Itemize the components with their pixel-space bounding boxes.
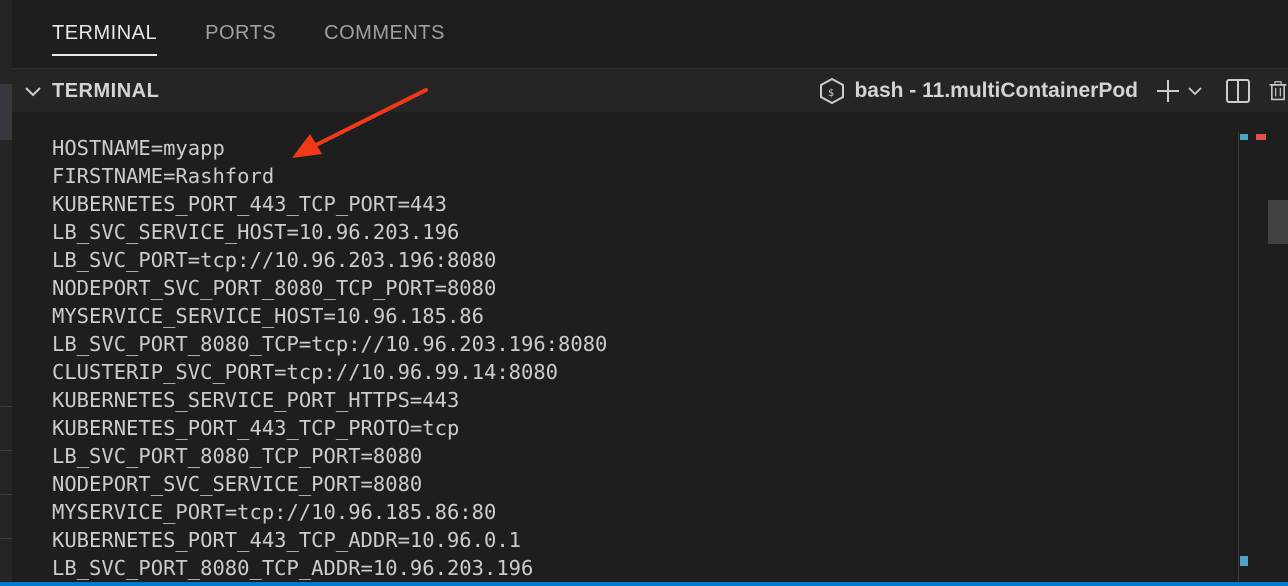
chevron-down-icon — [25, 87, 41, 97]
tab-terminal[interactable]: TERMINAL — [52, 22, 158, 56]
terminal-line: NODEPORT_SVC_PORT_8080_TCP_PORT=8080 — [52, 276, 497, 300]
terminal-line: CLUSTERIP_SVC_PORT=tcp://10.96.99.14:808… — [52, 360, 559, 384]
ruler-marker — [1240, 134, 1248, 140]
terminal-shell-name: bash - 11.multiContainerPod — [854, 79, 1138, 102]
terminal-line: KUBERNETES_PORT_443_TCP_PROTO=tcp — [52, 416, 460, 440]
terminal-line: KUBERNETES_SERVICE_PORT_HTTPS=443 — [52, 388, 460, 412]
ruler-divider — [1238, 132, 1239, 586]
terminal-header: TERMINAL $ bash - 11.multiContainerPod — [12, 68, 1288, 113]
ruler-marker — [1256, 134, 1266, 140]
svg-text:$: $ — [828, 88, 834, 99]
annotation-arrow-icon — [292, 88, 428, 158]
terminal-line: LB_SVC_PORT_8080_TCP_ADDR=10.96.203.196 — [52, 556, 534, 580]
panel-bottom-accent — [0, 582, 1288, 586]
launch-profile-button[interactable] — [1184, 77, 1206, 105]
split-icon — [1226, 79, 1250, 103]
tab-comments[interactable]: COMMENTS — [324, 22, 445, 55]
gutter-divider — [0, 538, 12, 539]
chevron-down-icon — [1188, 87, 1202, 96]
tab-ports[interactable]: PORTS — [205, 22, 276, 55]
terminal-section-title: TERMINAL — [52, 79, 160, 102]
panel-tab-bar: TERMINAL PORTS COMMENTS — [12, 0, 1288, 68]
terminal-line: LB_SVC_SERVICE_HOST=10.96.203.196 — [52, 220, 460, 244]
ruler-marker — [1240, 556, 1248, 566]
terminal-line: KUBERNETES_PORT_443_TCP_PORT=443 — [52, 192, 447, 216]
gutter-divider — [0, 450, 12, 451]
terminal-output[interactable]: HOSTNAME=myapp FIRSTNAME=Rashford KUBERNET… — [12, 112, 1288, 586]
new-terminal-button[interactable] — [1154, 77, 1182, 105]
plus-icon — [1157, 80, 1179, 102]
vscode-panel: TERMINAL PORTS COMMENTS TERMINAL $ bash … — [0, 0, 1288, 586]
terminal-line: MYSERVICE_SERVICE_HOST=10.96.185.86 — [52, 304, 484, 328]
scrollbar-thumb[interactable] — [1268, 200, 1288, 244]
gutter-highlight — [0, 84, 12, 140]
terminal-line: LB_SVC_PORT=tcp://10.96.203.196:8080 — [52, 248, 497, 272]
terminal-lines: HOSTNAME=myapp FIRSTNAME=Rashford KUBERNET… — [52, 134, 607, 582]
kill-terminal-button[interactable] — [1268, 77, 1288, 105]
terminal-line: KUBERNETES_PORT_443_TCP_ADDR=10.96.0.1 — [52, 528, 521, 552]
collapse-terminal-button[interactable] — [22, 80, 44, 102]
trash-icon — [1269, 81, 1287, 101]
gutter-divider — [0, 494, 12, 495]
gutter-divider — [0, 406, 12, 407]
terminal-shell-selector[interactable]: $ bash - 11.multiContainerPod — [818, 77, 1154, 105]
terminal-shell-icon: $ — [820, 77, 845, 105]
terminal-line: LB_SVC_PORT_8080_TCP_PORT=8080 — [52, 444, 423, 468]
split-terminal-button[interactable] — [1224, 77, 1252, 105]
terminal-line: LB_SVC_PORT_8080_TCP=tcp://10.96.203.196… — [52, 332, 608, 356]
terminal-scrollbar[interactable] — [1238, 112, 1288, 586]
terminal-line: NODEPORT_SVC_SERVICE_PORT=8080 — [52, 472, 423, 496]
terminal-line: MYSERVICE_PORT=tcp://10.96.185.86:80 — [52, 500, 497, 524]
